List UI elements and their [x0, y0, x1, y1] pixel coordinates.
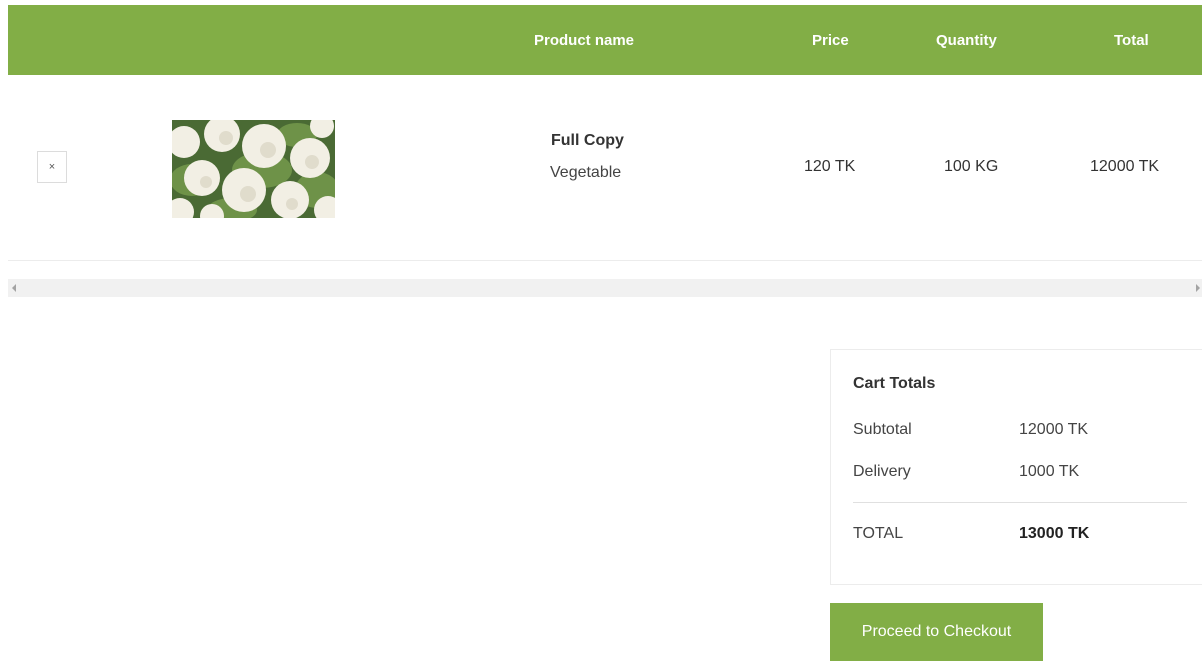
- product-name: Full Copy: [551, 132, 624, 149]
- table-row: × Full Copy Vegetable 120 TK 100 KG 1200…: [8, 75, 1202, 261]
- proceed-to-checkout-button[interactable]: Proceed to Checkout: [830, 603, 1043, 661]
- scroll-right-icon[interactable]: [1196, 284, 1200, 292]
- scroll-left-icon[interactable]: [12, 284, 16, 292]
- header-price: Price: [812, 32, 849, 49]
- subtotal-label: Subtotal: [853, 421, 912, 438]
- cauliflower-product-image: [172, 120, 335, 218]
- total-label: TOTAL: [853, 525, 904, 542]
- delivery-label: Delivery: [853, 463, 911, 480]
- header-total: Total: [1114, 32, 1149, 49]
- delivery-value: 1000 TK: [1019, 463, 1080, 480]
- product-price: 120 TK: [804, 158, 856, 175]
- header-product-name: Product name: [534, 32, 635, 49]
- product-total: 12000 TK: [1090, 158, 1160, 175]
- header-quantity: Quantity: [936, 32, 997, 49]
- cart-totals-panel: Cart Totals Subtotal 12000 TK Delivery 1…: [830, 349, 1202, 585]
- remove-item-button[interactable]: ×: [37, 151, 67, 183]
- totals-divider: [853, 502, 1187, 503]
- product-quantity: 100 KG: [944, 158, 999, 175]
- horizontal-scrollbar[interactable]: [8, 279, 1202, 297]
- product-category: Vegetable: [550, 164, 622, 181]
- cart-table: Product name Price Quantity Total × Full…: [8, 5, 1202, 261]
- total-value: 13000 TK: [1019, 525, 1090, 542]
- table-header: Product name Price Quantity Total: [8, 5, 1202, 75]
- cart-totals-title: Cart Totals: [853, 375, 936, 392]
- subtotal-value: 12000 TK: [1019, 421, 1089, 438]
